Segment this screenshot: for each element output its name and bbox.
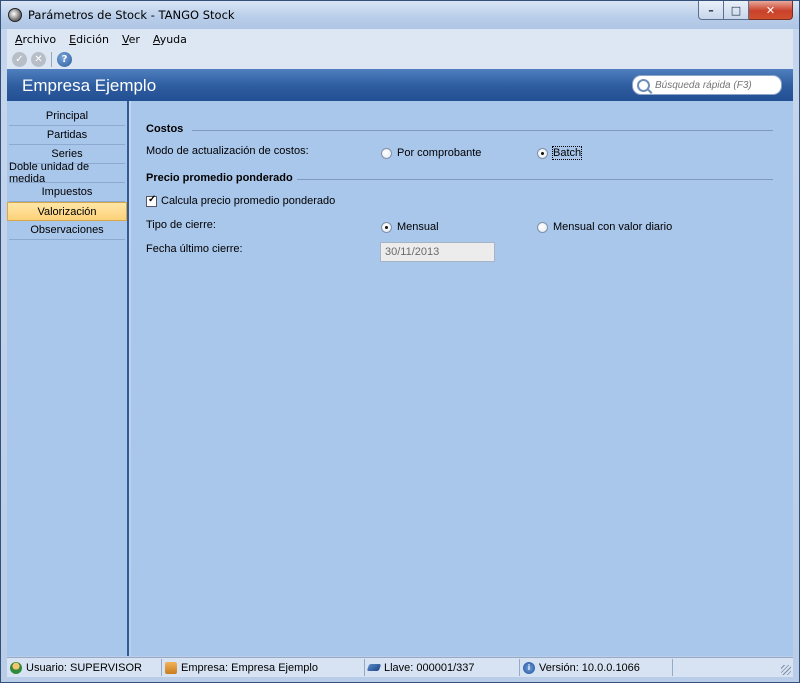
sidebar-item-observaciones[interactable]: Observaciones — [9, 221, 125, 240]
company-icon — [165, 661, 177, 674]
section-costos-title: Costos — [146, 123, 184, 135]
status-empresa-text: Empresa: Empresa Ejemplo — [181, 661, 318, 674]
tipo-cierre-label: Tipo de cierre: — [146, 219, 216, 231]
menu-ver[interactable]: Ver — [114, 33, 145, 46]
sidebar-item-partidas[interactable]: Partidas — [9, 126, 125, 145]
window-title: Parámetros de Stock - TANGO Stock — [28, 8, 235, 22]
calcula-ppp-checkbox[interactable]: Calcula precio promedio ponderado — [146, 194, 336, 207]
menu-archivo[interactable]: Archivo — [7, 33, 61, 46]
status-empresa: Empresa: Empresa Ejemplo — [162, 659, 365, 676]
help-icon[interactable]: ? — [57, 51, 72, 67]
fecha-ultimo-cierre-field: 30/11/2013 — [380, 242, 495, 262]
status-usuario: Usuario: SUPERVISOR — [7, 659, 162, 676]
status-empty — [673, 659, 773, 676]
section-divider — [297, 179, 773, 180]
app-icon — [8, 8, 22, 22]
radio-label: Batch — [551, 146, 583, 160]
modo-actualizacion-label: Modo de actualización de costos: — [146, 145, 309, 157]
check-icon[interactable]: ✓ — [12, 51, 27, 67]
user-icon — [10, 661, 22, 674]
info-icon: i — [523, 661, 535, 674]
status-version: i Versión: 10.0.0.1066 — [520, 659, 673, 676]
sidebar-item-doble-unidad[interactable]: Doble unidad de medida — [9, 161, 125, 185]
status-llave-text: Llave: 000001/337 — [384, 661, 475, 674]
window-controls: – □ ✕ — [698, 1, 793, 20]
radio-label: Mensual — [397, 221, 439, 233]
section-divider — [192, 130, 773, 131]
content-panel: Costos Modo de actualización de costos: … — [131, 101, 793, 656]
section-ppp-title: Precio promedio ponderado — [146, 172, 293, 184]
radio-circle — [381, 147, 392, 159]
status-version-text: Versión: 10.0.0.1066 — [539, 661, 640, 674]
toolbar: ✓ ✕ ? — [7, 49, 793, 69]
key-icon — [366, 664, 382, 671]
title-bar[interactable]: Parámetros de Stock - TANGO Stock – □ ✕ — [1, 1, 799, 29]
radio-circle — [381, 221, 392, 233]
close-icon[interactable]: ✕ — [31, 51, 46, 67]
radio-label: Mensual con valor diario — [553, 221, 673, 233]
minimize-button[interactable]: – — [698, 1, 724, 20]
sidebar-item-principal[interactable]: Principal — [9, 107, 125, 126]
radio-circle — [537, 221, 548, 233]
menu-bar: Archivo Edición Ver Ayuda — [7, 29, 793, 49]
search-icon — [637, 78, 650, 92]
radio-batch[interactable]: Batch — [537, 146, 583, 160]
radio-label: Por comprobante — [397, 147, 482, 159]
toolbar-separator — [51, 51, 52, 67]
close-button[interactable]: ✕ — [749, 1, 793, 20]
radio-mensual[interactable]: Mensual — [381, 221, 439, 233]
status-usuario-text: Usuario: SUPERVISOR — [26, 661, 142, 674]
company-title: Empresa Ejemplo — [22, 76, 157, 95]
status-bar: Usuario: SUPERVISOR Empresa: Empresa Eje… — [7, 657, 793, 677]
menu-edicion[interactable]: Edición — [61, 33, 114, 46]
radio-circle — [537, 147, 548, 159]
sidebar: Principal Partidas Series Doble unidad d… — [7, 101, 129, 656]
status-llave: Llave: 000001/337 — [365, 659, 520, 676]
fecha-ultimo-cierre-label: Fecha último cierre: — [146, 243, 243, 255]
radio-por-comprobante[interactable]: Por comprobante — [381, 147, 481, 159]
checkbox-label: Calcula precio promedio ponderado — [161, 195, 336, 207]
header-band: Empresa Ejemplo — [7, 69, 793, 101]
maximize-button[interactable]: □ — [724, 1, 749, 20]
checkbox-box — [146, 194, 157, 207]
sidebar-item-impuestos[interactable]: Impuestos — [9, 183, 125, 202]
menu-ayuda[interactable]: Ayuda — [145, 33, 192, 46]
resize-grip[interactable] — [781, 665, 791, 675]
sidebar-item-valorizacion[interactable]: Valorización — [7, 202, 127, 221]
quick-search[interactable] — [632, 75, 782, 95]
main-window: Parámetros de Stock - TANGO Stock – □ ✕ … — [0, 0, 800, 683]
radio-mensual-valor-diario[interactable]: Mensual con valor diario — [537, 221, 672, 233]
search-input[interactable] — [655, 79, 775, 91]
